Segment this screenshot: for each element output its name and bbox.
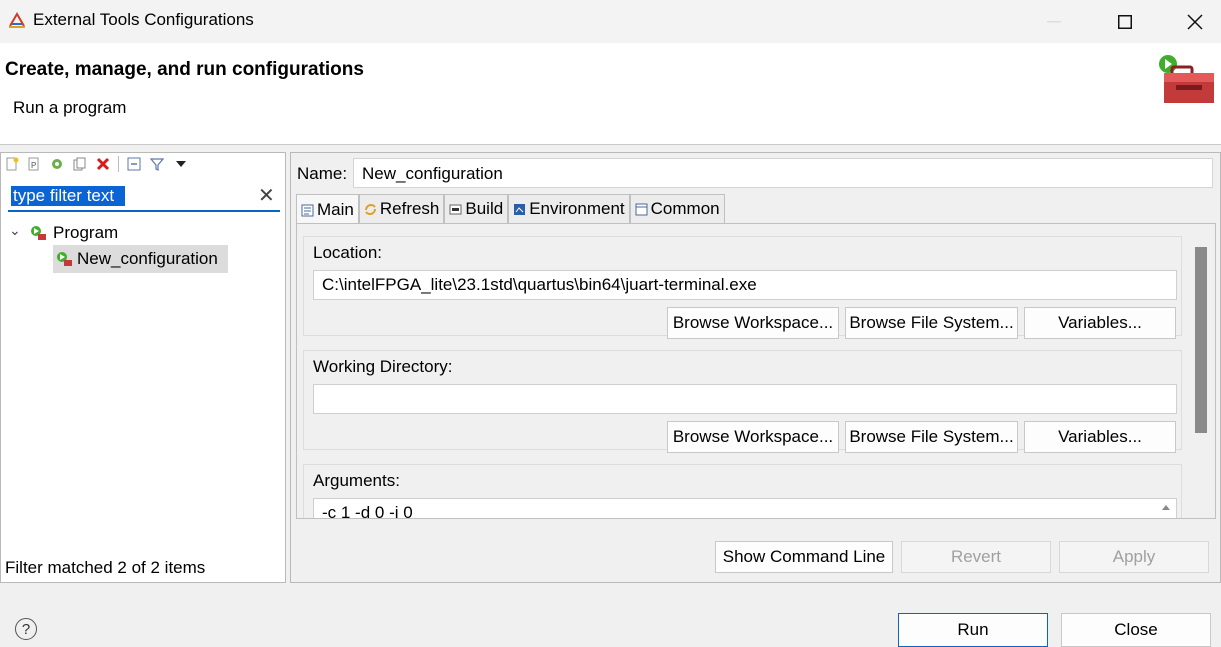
tab-build[interactable]: Build bbox=[444, 194, 509, 223]
browse-file-system-button[interactable]: Browse File System... bbox=[845, 307, 1018, 339]
show-command-line-button[interactable]: Show Command Line bbox=[715, 541, 893, 573]
new-config-icon[interactable] bbox=[5, 157, 19, 171]
name-label: Name: bbox=[297, 164, 348, 183]
common-tab-icon bbox=[635, 203, 648, 215]
arguments-label: Arguments: bbox=[313, 471, 400, 490]
help-icon[interactable]: ? bbox=[15, 618, 37, 640]
svg-text:P: P bbox=[31, 161, 36, 170]
tab-label: Refresh bbox=[379, 199, 440, 218]
tab-common[interactable]: Common bbox=[629, 194, 725, 223]
main-tab-icon bbox=[301, 204, 314, 216]
tree-item-label: New_configuration bbox=[77, 249, 218, 268]
chevron-down-icon[interactable]: ⌄ bbox=[9, 222, 23, 239]
tab-environment[interactable]: Environment bbox=[508, 194, 630, 223]
view-menu-icon[interactable] bbox=[174, 157, 188, 171]
minimize-button[interactable] bbox=[1019, 0, 1089, 43]
tree-item-program[interactable]: ⌄ Program bbox=[9, 222, 119, 243]
tab-label: Main bbox=[317, 200, 354, 219]
vertical-scrollbar[interactable] bbox=[1195, 247, 1207, 433]
minimize-icon bbox=[1047, 20, 1061, 22]
filter-field[interactable]: ✕ bbox=[8, 182, 280, 212]
app-icon bbox=[9, 12, 25, 28]
tree-item-new-configuration[interactable]: New_configuration bbox=[53, 245, 228, 273]
main-tab-content: Location: C:\intelFPGA_lite\23.1std\quar… bbox=[296, 223, 1216, 519]
toolbox-run-icon bbox=[1159, 55, 1214, 103]
delete-icon[interactable] bbox=[96, 157, 110, 171]
collapse-all-icon[interactable] bbox=[127, 157, 141, 171]
tab-main[interactable]: Main bbox=[296, 194, 359, 225]
location-input[interactable]: C:\intelFPGA_lite\23.1std\quartus\bin64\… bbox=[313, 270, 1177, 300]
browse-file-system-button[interactable]: Browse File System... bbox=[845, 421, 1018, 453]
location-group: Location: C:\intelFPGA_lite\23.1std\quar… bbox=[303, 236, 1182, 339]
variables-button[interactable]: Variables... bbox=[1024, 421, 1176, 453]
arguments-group: Arguments: -c 1 -d 0 -i 0 bbox=[303, 464, 1182, 519]
program-icon bbox=[31, 226, 46, 240]
filter-input[interactable] bbox=[11, 186, 125, 206]
refresh-tab-icon bbox=[364, 203, 376, 215]
arguments-scroll-arrows-icon[interactable] bbox=[1161, 502, 1171, 519]
revert-button[interactable]: Revert bbox=[901, 541, 1051, 573]
close-button[interactable]: Close bbox=[1061, 613, 1211, 647]
configuration-tree-panel: P ✕ ⌄ Program New_configuration Filter m… bbox=[0, 152, 286, 583]
tree-category-label: Program bbox=[53, 223, 119, 242]
location-label: Location: bbox=[313, 243, 382, 262]
header-title: Create, manage, and run configurations bbox=[5, 59, 364, 80]
build-tab-icon bbox=[449, 204, 462, 214]
header-subtitle: Run a program bbox=[13, 98, 127, 117]
tab-label: Common bbox=[650, 199, 720, 218]
close-window-button[interactable] bbox=[1160, 0, 1221, 43]
close-icon bbox=[1187, 13, 1203, 30]
window-title: External Tools Configurations bbox=[33, 10, 254, 29]
name-input[interactable]: New_configuration bbox=[353, 158, 1213, 188]
run-button[interactable]: Run bbox=[898, 613, 1048, 647]
dialog-header: Create, manage, and run configurations R… bbox=[0, 43, 1221, 145]
environment-tab-icon bbox=[514, 203, 526, 215]
working-directory-group: Working Directory: Browse Workspace... B… bbox=[303, 350, 1182, 453]
tab-bar: Main Refresh Build Environment Common bbox=[296, 194, 725, 225]
tab-label: Build bbox=[465, 199, 504, 218]
apply-button[interactable]: Apply bbox=[1059, 541, 1209, 573]
working-directory-input[interactable] bbox=[313, 384, 1177, 414]
new-prototype-icon[interactable]: P bbox=[27, 157, 41, 171]
maximize-icon bbox=[1118, 14, 1132, 29]
tab-refresh[interactable]: Refresh bbox=[358, 194, 445, 223]
arguments-input[interactable]: -c 1 -d 0 -i 0 bbox=[313, 498, 1177, 518]
duplicate-icon[interactable] bbox=[73, 157, 87, 171]
toolbar-separator bbox=[118, 156, 119, 172]
filter-icon[interactable] bbox=[150, 157, 164, 171]
filter-status: Filter matched 2 of 2 items bbox=[5, 558, 206, 577]
configuration-editor-panel: Name: New_configuration Main Refresh Bui… bbox=[290, 152, 1221, 583]
working-directory-label: Working Directory: bbox=[313, 357, 453, 376]
title-bar: External Tools Configurations bbox=[0, 0, 1221, 43]
clear-filter-icon[interactable]: ✕ bbox=[258, 183, 275, 208]
browse-workspace-button[interactable]: Browse Workspace... bbox=[667, 307, 839, 339]
tab-label: Environment bbox=[529, 199, 625, 218]
browse-workspace-button[interactable]: Browse Workspace... bbox=[667, 421, 839, 453]
program-config-icon bbox=[57, 252, 72, 266]
variables-button[interactable]: Variables... bbox=[1024, 307, 1176, 339]
maximize-button[interactable] bbox=[1090, 0, 1160, 43]
export-icon[interactable] bbox=[50, 157, 64, 171]
